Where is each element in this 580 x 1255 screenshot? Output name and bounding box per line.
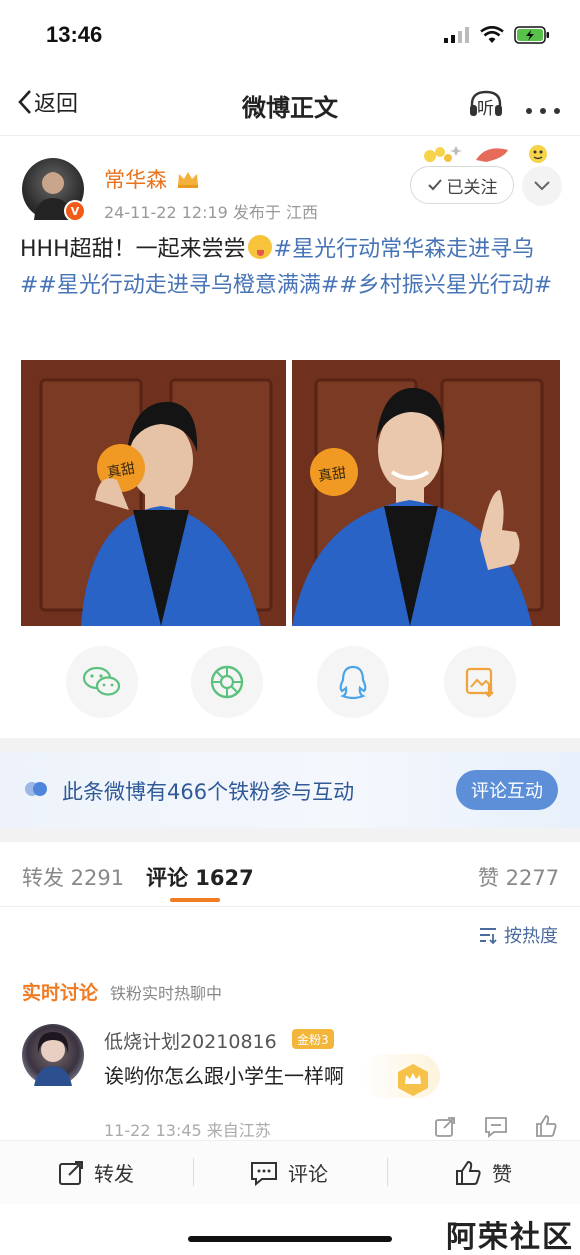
follow-label: 已关注: [446, 177, 498, 198]
post-content: HHH超甜！一起来尝尝 #星光行动常华森走进寻乌##星光行动走进寻乌橙意满满##…: [20, 232, 560, 304]
like-button[interactable]: 赞: [454, 1158, 512, 1187]
save-image-icon: [465, 667, 494, 698]
comment-like-icon[interactable]: [534, 1114, 558, 1138]
qq-icon: [339, 665, 367, 700]
author-name-text: 常华森: [104, 168, 167, 192]
like-label: 赞: [492, 1162, 512, 1186]
emoji-tongue: [256, 250, 264, 256]
photo-2-caption: 真甜: [317, 465, 348, 485]
comment-meta: 11-22 13:45 来自江苏: [104, 1121, 271, 1140]
share-qq-button[interactable]: [317, 646, 389, 718]
status-time: 13:46: [46, 22, 103, 47]
sort-label: 按热度: [504, 926, 558, 947]
section-divider: [0, 738, 580, 752]
commenter-name[interactable]: 低烧计划20210816: [104, 1027, 277, 1054]
post-text: HHH超甜！一起来尝尝: [20, 237, 246, 262]
battery-icon: [514, 26, 549, 44]
check-icon: [427, 179, 442, 191]
repost-button[interactable]: 转发: [58, 1158, 134, 1187]
follow-button[interactable]: 已关注: [410, 166, 514, 204]
active-tab-indicator: [170, 898, 220, 902]
emoji-icon: [247, 235, 272, 259]
repost-label: 转发: [94, 1162, 134, 1186]
comment-button[interactable]: 评论: [250, 1158, 328, 1187]
nav-bar: 返回 微博正文 听: [0, 70, 580, 136]
tab-comment[interactable]: 评论 1627: [146, 862, 254, 892]
more-dots-icon: [526, 108, 560, 114]
save-image-button[interactable]: [444, 646, 516, 718]
fan-indicator-icon: [25, 782, 47, 796]
listen-label: 听: [477, 99, 494, 119]
tab-like[interactable]: 赞 2277: [478, 862, 559, 892]
share-wechat-button[interactable]: [66, 646, 138, 718]
bottom-divider: [387, 1158, 388, 1186]
section-divider: [0, 828, 580, 842]
fan-crown-icon: [398, 1064, 428, 1096]
fan-interaction-text: 此条微博有466个铁粉参与互动: [62, 780, 355, 804]
post-photo-2[interactable]: 真甜: [292, 360, 560, 626]
photo-1-scene: [21, 360, 286, 626]
weibo-post-page: 13:46 返回 微博正文 听 V 常华森 24-11-22 12:19 发布于…: [0, 0, 580, 1255]
post-options-button[interactable]: [522, 166, 562, 206]
author-name[interactable]: 常华森: [104, 164, 200, 194]
comment-text: 诶哟你怎么跟小学生一样啊: [104, 1064, 344, 1088]
sort-button[interactable]: 按热度: [478, 922, 558, 948]
comment-icon: [251, 1161, 277, 1186]
post-photo-1[interactable]: 真甜: [21, 360, 286, 626]
repost-icon: [59, 1160, 83, 1185]
tabs-divider: [0, 906, 580, 907]
wifi-icon: [480, 26, 504, 43]
comment-share-icon[interactable]: [434, 1116, 456, 1138]
commenter-avatar-figure: [34, 1032, 72, 1086]
watermark-text: 阿荣社区: [446, 1220, 574, 1255]
comment-interact-button[interactable]: 评论互动: [456, 770, 558, 810]
tab-repost[interactable]: 转发 2291: [22, 862, 124, 892]
listen-button[interactable]: 听: [468, 88, 504, 119]
wechat-icon: [82, 666, 121, 696]
live-discussion-title: 实时讨论: [22, 982, 99, 1004]
live-discussion-subtitle: 铁粉实时热聊中: [110, 984, 223, 1003]
crown-icon: [177, 172, 198, 188]
fan-level-label: 金粉3: [297, 1032, 329, 1047]
home-indicator: [188, 1236, 392, 1242]
verified-badge-icon: V: [64, 200, 86, 222]
signal-icon: [444, 27, 469, 43]
status-icons: [444, 26, 550, 44]
sort-icon: [480, 928, 497, 944]
comment-label: 评论: [288, 1162, 328, 1186]
comment-reply-icon[interactable]: [484, 1116, 508, 1138]
more-button[interactable]: [525, 100, 561, 119]
commenter-avatar[interactable]: [22, 1024, 84, 1086]
fan-level-badge: 金粉3: [292, 1029, 334, 1049]
photo-2-scene: [292, 360, 560, 626]
like-icon: [456, 1160, 481, 1185]
chevron-down-icon: [534, 181, 550, 191]
moments-icon: [210, 665, 244, 699]
bottom-divider: [193, 1158, 194, 1186]
post-meta: 24-11-22 12:19 发布于 江西: [104, 203, 318, 222]
share-moments-button[interactable]: [191, 646, 263, 718]
